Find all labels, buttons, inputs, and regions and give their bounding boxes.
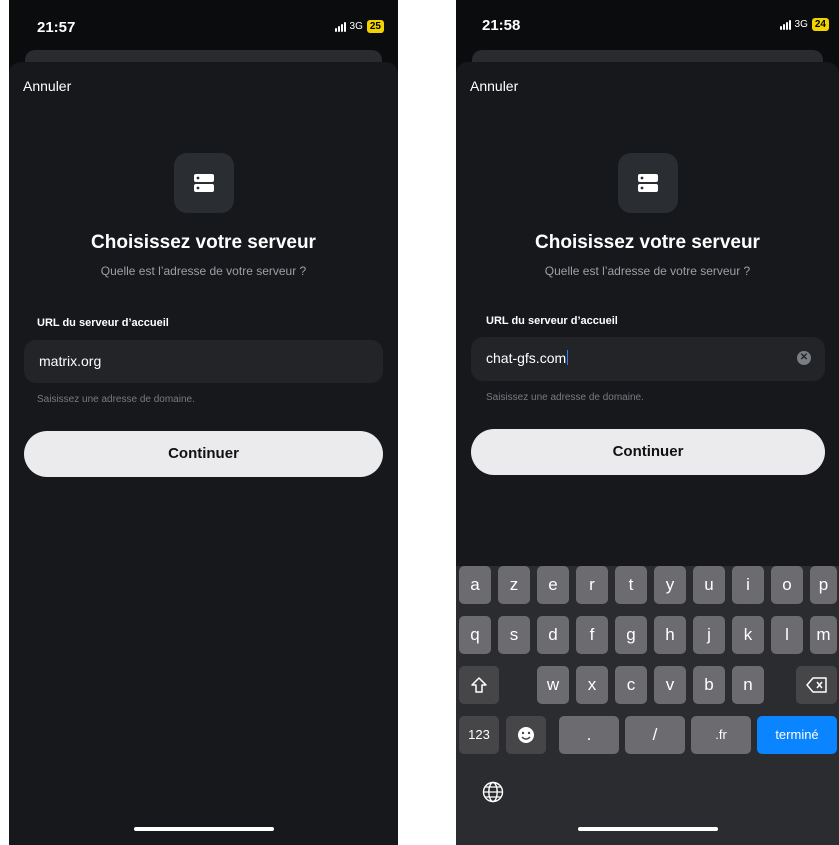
status-indicators: 3G 24: [779, 18, 829, 31]
homeserver-url-value: chat-gfs.com: [486, 350, 569, 366]
key-q[interactable]: q: [459, 616, 491, 654]
status-time: 21:58: [482, 17, 521, 34]
keyboard-row-3: w x c v b n: [456, 666, 839, 704]
field-hint: Saisissez une adresse de domaine.: [486, 392, 644, 403]
signal-icon: [779, 19, 791, 30]
continue-button[interactable]: Continuer: [471, 429, 825, 475]
phone-screenshot-right: 21:58 3G 24 Annuler Choisissez votre ser…: [456, 0, 839, 845]
key-w[interactable]: w: [537, 666, 569, 704]
phone-screenshot-left: 21:57 3G 25 Annuler Choisissez votre ser…: [9, 0, 398, 845]
onscreen-keyboard: a z e r t y u i o p q s d f g h j k l m: [456, 566, 839, 845]
key-o[interactable]: o: [771, 566, 803, 604]
key-l[interactable]: l: [771, 616, 803, 654]
key-a[interactable]: a: [459, 566, 491, 604]
server-selection-sheet: Annuler Choisissez votre serveur Quelle …: [9, 62, 398, 845]
key-z[interactable]: z: [498, 566, 530, 604]
network-label: 3G: [349, 21, 363, 32]
clear-icon[interactable]: ✕: [797, 351, 811, 365]
key-t[interactable]: t: [615, 566, 647, 604]
key-k[interactable]: k: [732, 616, 764, 654]
key-e[interactable]: e: [537, 566, 569, 604]
key-p[interactable]: p: [810, 566, 837, 604]
server-icon: [173, 153, 234, 213]
home-indicator[interactable]: [577, 827, 718, 831]
status-indicators: 3G 25: [334, 20, 384, 33]
key-b[interactable]: b: [693, 666, 725, 704]
homeserver-url-text: chat-gfs.com: [486, 350, 567, 366]
key-x[interactable]: x: [576, 666, 608, 704]
cancel-button[interactable]: Annuler: [23, 78, 71, 94]
homeserver-url-label: URL du serveur d’accueil: [37, 317, 169, 329]
status-time: 21:57: [37, 19, 76, 36]
key-m[interactable]: m: [810, 616, 837, 654]
key-c[interactable]: c: [615, 666, 647, 704]
status-bar: 21:58 3G 24: [456, 0, 839, 44]
key-s[interactable]: s: [498, 616, 530, 654]
key-d[interactable]: d: [537, 616, 569, 654]
text-caret: [567, 350, 569, 365]
backspace-icon[interactable]: [796, 666, 837, 704]
key-h[interactable]: h: [654, 616, 686, 654]
key-v[interactable]: v: [654, 666, 686, 704]
key-j[interactable]: j: [693, 616, 725, 654]
key-dot[interactable]: .: [559, 716, 619, 754]
key-n[interactable]: n: [732, 666, 764, 704]
homeserver-url-input[interactable]: chat-gfs.com ✕: [471, 337, 825, 381]
homeserver-url-value: matrix.org: [39, 353, 102, 369]
status-bar: 21:57 3G 25: [9, 0, 398, 44]
key-fr[interactable]: .fr: [691, 716, 751, 754]
keyboard-row-2: q s d f g h j k l m: [456, 616, 839, 654]
keyboard-row-4: 123 . / .fr terminé: [456, 716, 839, 754]
key-f[interactable]: f: [576, 616, 608, 654]
emoji-icon[interactable]: [506, 716, 546, 754]
key-g[interactable]: g: [615, 616, 647, 654]
key-y[interactable]: y: [654, 566, 686, 604]
keyboard-row-1: a z e r t y u i o p: [456, 566, 839, 604]
server-icon: [617, 153, 678, 213]
signal-icon: [334, 21, 346, 32]
battery-badge: 25: [366, 20, 384, 33]
numbers-key[interactable]: 123: [459, 716, 499, 754]
homeserver-url-input[interactable]: matrix.org: [24, 340, 383, 383]
page-title: Choisissez votre serveur: [91, 232, 316, 253]
battery-badge: 24: [811, 18, 829, 31]
globe-icon[interactable]: [482, 781, 506, 805]
shift-icon[interactable]: [459, 666, 499, 704]
done-key[interactable]: terminé: [757, 716, 837, 754]
key-i[interactable]: i: [732, 566, 764, 604]
homeserver-url-label: URL du serveur d’accueil: [486, 315, 618, 327]
home-indicator[interactable]: [133, 827, 274, 831]
key-r[interactable]: r: [576, 566, 608, 604]
cancel-button[interactable]: Annuler: [470, 78, 518, 94]
network-label: 3G: [794, 19, 808, 30]
key-u[interactable]: u: [693, 566, 725, 604]
key-slash[interactable]: /: [625, 716, 685, 754]
field-hint: Saisissez une adresse de domaine.: [37, 394, 195, 405]
continue-button[interactable]: Continuer: [24, 431, 383, 477]
page-subtitle: Quelle est l’adresse de votre serveur ?: [100, 264, 307, 278]
page-title: Choisissez votre serveur: [535, 232, 760, 253]
page-subtitle: Quelle est l’adresse de votre serveur ?: [544, 264, 751, 278]
